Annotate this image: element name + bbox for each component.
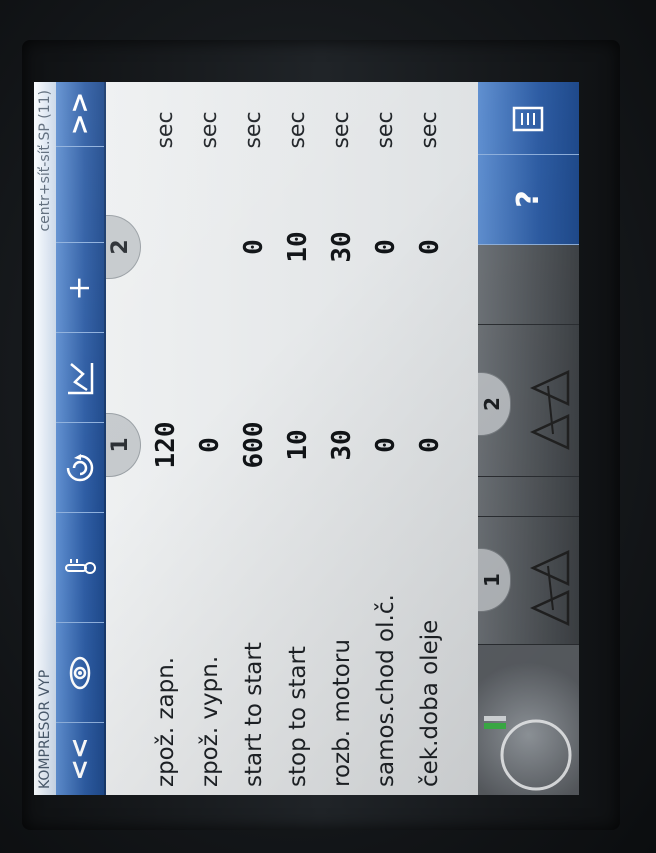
window-title: KOMPRESOR VYP xyxy=(37,669,53,789)
separator xyxy=(478,476,579,517)
param-label: zpož. vypn. xyxy=(197,655,223,787)
add-button[interactable]: + xyxy=(56,242,104,333)
column-tab-2-label: 2 xyxy=(108,239,133,255)
param-label: ček.doba oleje xyxy=(417,619,443,787)
param-value-2[interactable]: 0 xyxy=(234,207,274,287)
help-button[interactable]: ? xyxy=(478,154,579,245)
next-page-button[interactable]: >> xyxy=(56,82,104,147)
param-unit: sec xyxy=(373,111,398,149)
view-button[interactable] xyxy=(56,622,104,723)
param-label: rozb. motoru xyxy=(329,639,355,787)
param-value-2[interactable]: 0 xyxy=(410,207,450,287)
compressor-2-area[interactable]: 2 xyxy=(478,324,579,477)
separator xyxy=(478,244,579,325)
hmi-panel: KOMPRESOR VYP centr+síť-síť.SP (11) << +… xyxy=(34,82,579,795)
param-label: samos.chod ol.č. xyxy=(373,594,399,787)
title-bar: KOMPRESOR VYP centr+síť-síť.SP (11) xyxy=(34,82,56,795)
parameter-table: 1 2 zpož. zapn. 120 sec zpož. vypn. 0 se… xyxy=(106,82,478,795)
param-unit: sec xyxy=(329,111,354,149)
compressor-tab-2-label: 2 xyxy=(480,397,504,411)
param-value-1[interactable]: 0 xyxy=(366,405,406,485)
cycle-button[interactable] xyxy=(56,422,104,513)
param-value-1[interactable]: 30 xyxy=(322,405,362,485)
param-value-1[interactable]: 10 xyxy=(278,405,318,485)
trend-icon xyxy=(68,363,94,395)
param-value-1[interactable]: 600 xyxy=(234,405,274,485)
param-value-2[interactable]: 0 xyxy=(366,207,406,287)
column-tab-1-label: 1 xyxy=(108,437,133,453)
prev-page-button[interactable]: << xyxy=(56,722,104,795)
param-value-1[interactable]: 0 xyxy=(410,405,450,485)
param-value-2[interactable] xyxy=(190,207,230,287)
column-tab-2[interactable]: 2 xyxy=(106,215,141,279)
eye-icon xyxy=(69,656,91,690)
temperature-button[interactable] xyxy=(56,512,104,623)
param-value-2[interactable]: 10 xyxy=(278,207,318,287)
param-unit: sec xyxy=(153,111,178,149)
thermometer-icon xyxy=(65,559,96,574)
column-tab-1[interactable]: 1 xyxy=(106,413,141,477)
param-value-1[interactable]: 0 xyxy=(190,405,230,485)
param-value-1[interactable]: 120 xyxy=(146,405,186,485)
document-icon xyxy=(512,106,544,132)
param-unit: sec xyxy=(197,111,222,149)
cycle-icon xyxy=(66,454,94,482)
help-icon: ? xyxy=(511,190,546,208)
param-unit: sec xyxy=(417,111,442,149)
param-value-2[interactable]: 30 xyxy=(322,207,362,287)
param-label: start to start xyxy=(241,642,267,787)
power-status-icon xyxy=(484,716,572,791)
plus-icon: + xyxy=(62,275,97,301)
param-value-2[interactable] xyxy=(146,207,186,287)
page-button[interactable] xyxy=(478,82,579,155)
prev-label: << xyxy=(65,737,95,781)
param-unit: sec xyxy=(285,111,310,149)
trend-button[interactable] xyxy=(56,332,104,423)
toolbar: << + >> xyxy=(56,82,106,795)
next-label: >> xyxy=(65,91,95,136)
compressor-tab-1-label: 1 xyxy=(480,573,504,587)
param-label: stop to start xyxy=(285,646,311,787)
param-label: zpož. zapn. xyxy=(153,656,179,787)
status-area xyxy=(478,645,579,795)
compressor-1-area[interactable]: 1 xyxy=(478,516,579,645)
param-unit: sec xyxy=(241,111,266,149)
bottom-bar: 1 2 ? xyxy=(478,82,579,795)
context-label: centr+síť-síť.SP (11) xyxy=(37,90,53,232)
touch-screen: KOMPRESOR VYP centr+síť-síť.SP (11) << +… xyxy=(34,82,579,795)
